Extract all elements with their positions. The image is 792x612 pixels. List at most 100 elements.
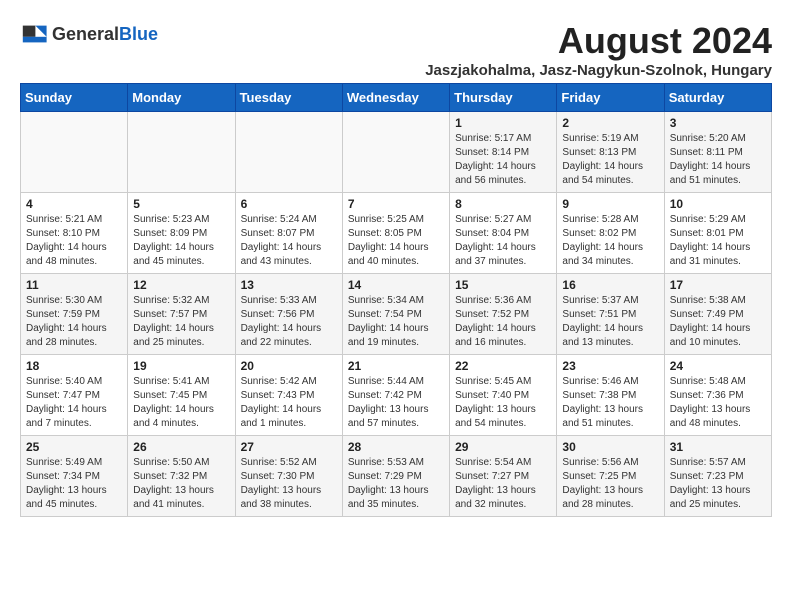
calendar-week-row: 18 Sunrise: 5:40 AM Sunset: 7:47 PM Dayli… bbox=[21, 355, 772, 436]
day-info: Sunrise: 5:56 AM Sunset: 7:25 PM Dayligh… bbox=[562, 456, 658, 512]
day-info: Sunrise: 5:20 AM Sunset: 8:11 PM Dayligh… bbox=[670, 132, 766, 188]
day-info: Sunrise: 5:52 AM Sunset: 7:30 PM Dayligh… bbox=[241, 456, 337, 512]
day-info: Sunrise: 5:32 AM Sunset: 7:57 PM Dayligh… bbox=[133, 294, 229, 350]
table-row: 25 Sunrise: 5:49 AM Sunset: 7:34 PM Dayli… bbox=[21, 436, 128, 517]
table-row: 30Sunrise: 5:56 AM Sunset: 7:25 PM Dayli… bbox=[557, 436, 664, 517]
logo-blue: Blue bbox=[119, 24, 158, 44]
day-info: Sunrise: 5:17 AM Sunset: 8:14 PM Dayligh… bbox=[455, 132, 551, 188]
day-number: 18 bbox=[26, 359, 122, 373]
day-info: Sunrise: 5:27 AM Sunset: 8:04 PM Dayligh… bbox=[455, 213, 551, 269]
table-row: 31 Sunrise: 5:57 AM Sunset: 7:23 PM Dayli… bbox=[664, 436, 771, 517]
col-monday: Monday bbox=[128, 84, 235, 112]
logo: GeneralBlue bbox=[20, 20, 158, 48]
table-row: 8 Sunrise: 5:27 AM Sunset: 8:04 PM Daylig… bbox=[450, 193, 557, 274]
day-info: Sunrise: 5:41 AM Sunset: 7:45 PM Dayligh… bbox=[133, 375, 229, 431]
table-row: 24Sunrise: 5:48 AM Sunset: 7:36 PM Dayli… bbox=[664, 355, 771, 436]
day-info: Sunrise: 5:23 AM Sunset: 8:09 PM Dayligh… bbox=[133, 213, 229, 269]
day-info: Sunrise: 5:46 AM Sunset: 7:38 PM Dayligh… bbox=[562, 375, 658, 431]
day-number: 16 bbox=[562, 278, 658, 292]
day-number: 28 bbox=[348, 440, 444, 454]
day-number: 25 bbox=[26, 440, 122, 454]
table-row: 29 Sunrise: 5:54 AM Sunset: 7:27 PM Dayli… bbox=[450, 436, 557, 517]
day-info: Sunrise: 5:40 AM Sunset: 7:47 PM Dayligh… bbox=[26, 375, 122, 431]
table-row: 26 Sunrise: 5:50 AM Sunset: 7:32 PM Dayli… bbox=[128, 436, 235, 517]
table-row bbox=[21, 112, 128, 193]
table-row: 15Sunrise: 5:36 AM Sunset: 7:52 PM Dayli… bbox=[450, 274, 557, 355]
day-info: Sunrise: 5:33 AM Sunset: 7:56 PM Dayligh… bbox=[241, 294, 337, 350]
day-info: Sunrise: 5:19 AM Sunset: 8:13 PM Dayligh… bbox=[562, 132, 658, 188]
day-number: 19 bbox=[133, 359, 229, 373]
day-info: Sunrise: 5:30 AM Sunset: 7:59 PM Dayligh… bbox=[26, 294, 122, 350]
table-row: 1 Sunrise: 5:17 AM Sunset: 8:14 PM Daylig… bbox=[450, 112, 557, 193]
day-number: 17 bbox=[670, 278, 766, 292]
day-info: Sunrise: 5:54 AM Sunset: 7:27 PM Dayligh… bbox=[455, 456, 551, 512]
table-row: 22 Sunrise: 5:45 AM Sunset: 7:40 PM Dayli… bbox=[450, 355, 557, 436]
day-number: 15 bbox=[455, 278, 551, 292]
table-row: 18 Sunrise: 5:40 AM Sunset: 7:47 PM Dayli… bbox=[21, 355, 128, 436]
day-info: Sunrise: 5:53 AM Sunset: 7:29 PM Dayligh… bbox=[348, 456, 444, 512]
table-row: 6 Sunrise: 5:24 AM Sunset: 8:07 PM Daylig… bbox=[235, 193, 342, 274]
day-info: Sunrise: 5:37 AM Sunset: 7:51 PM Dayligh… bbox=[562, 294, 658, 350]
day-number: 8 bbox=[455, 197, 551, 211]
table-row: 3 Sunrise: 5:20 AM Sunset: 8:11 PM Daylig… bbox=[664, 112, 771, 193]
table-row: 9Sunrise: 5:28 AM Sunset: 8:02 PM Daylig… bbox=[557, 193, 664, 274]
calendar-week-row: 25 Sunrise: 5:49 AM Sunset: 7:34 PM Dayli… bbox=[21, 436, 772, 517]
table-row: 4 Sunrise: 5:21 AM Sunset: 8:10 PM Daylig… bbox=[21, 193, 128, 274]
table-row: 7Sunrise: 5:25 AM Sunset: 8:05 PM Daylig… bbox=[342, 193, 449, 274]
calendar-week-row: 4 Sunrise: 5:21 AM Sunset: 8:10 PM Daylig… bbox=[21, 193, 772, 274]
month-year: August 2024 bbox=[425, 20, 772, 62]
day-info: Sunrise: 5:21 AM Sunset: 8:10 PM Dayligh… bbox=[26, 213, 122, 269]
calendar-header-row: Sunday Monday Tuesday Wednesday Thursday… bbox=[21, 84, 772, 112]
logo-general: General bbox=[52, 24, 119, 44]
day-number: 21 bbox=[348, 359, 444, 373]
day-number: 4 bbox=[26, 197, 122, 211]
table-row: 14 Sunrise: 5:34 AM Sunset: 7:54 PM Dayli… bbox=[342, 274, 449, 355]
table-row: 11 Sunrise: 5:30 AM Sunset: 7:59 PM Dayli… bbox=[21, 274, 128, 355]
table-row: 12 Sunrise: 5:32 AM Sunset: 7:57 PM Dayli… bbox=[128, 274, 235, 355]
col-tuesday: Tuesday bbox=[235, 84, 342, 112]
day-number: 1 bbox=[455, 116, 551, 130]
day-info: Sunrise: 5:49 AM Sunset: 7:34 PM Dayligh… bbox=[26, 456, 122, 512]
table-row bbox=[235, 112, 342, 193]
col-sunday: Sunday bbox=[21, 84, 128, 112]
location: Jaszjakohalma, Jasz-Nagykun-Szolnok, Hun… bbox=[425, 62, 772, 79]
table-row: 20Sunrise: 5:42 AM Sunset: 7:43 PM Dayli… bbox=[235, 355, 342, 436]
day-info: Sunrise: 5:44 AM Sunset: 7:42 PM Dayligh… bbox=[348, 375, 444, 431]
day-info: Sunrise: 5:45 AM Sunset: 7:40 PM Dayligh… bbox=[455, 375, 551, 431]
day-info: Sunrise: 5:24 AM Sunset: 8:07 PM Dayligh… bbox=[241, 213, 337, 269]
day-number: 22 bbox=[455, 359, 551, 373]
day-info: Sunrise: 5:48 AM Sunset: 7:36 PM Dayligh… bbox=[670, 375, 766, 431]
day-number: 3 bbox=[670, 116, 766, 130]
table-row: 21 Sunrise: 5:44 AM Sunset: 7:42 PM Dayli… bbox=[342, 355, 449, 436]
day-number: 11 bbox=[26, 278, 122, 292]
logo-text: GeneralBlue bbox=[52, 24, 158, 45]
col-thursday: Thursday bbox=[450, 84, 557, 112]
calendar-week-row: 11 Sunrise: 5:30 AM Sunset: 7:59 PM Dayli… bbox=[21, 274, 772, 355]
day-number: 31 bbox=[670, 440, 766, 454]
title-area: August 2024 Jaszjakohalma, Jasz-Nagykun-… bbox=[425, 20, 772, 79]
day-number: 2 bbox=[562, 116, 658, 130]
day-info: Sunrise: 5:34 AM Sunset: 7:54 PM Dayligh… bbox=[348, 294, 444, 350]
day-number: 20 bbox=[241, 359, 337, 373]
table-row: 19 Sunrise: 5:41 AM Sunset: 7:45 PM Dayli… bbox=[128, 355, 235, 436]
day-number: 26 bbox=[133, 440, 229, 454]
table-row: 27 Sunrise: 5:52 AM Sunset: 7:30 PM Dayli… bbox=[235, 436, 342, 517]
table-row: 13 Sunrise: 5:33 AM Sunset: 7:56 PM Dayli… bbox=[235, 274, 342, 355]
table-row: 10Sunrise: 5:29 AM Sunset: 8:01 PM Dayli… bbox=[664, 193, 771, 274]
day-number: 5 bbox=[133, 197, 229, 211]
day-number: 29 bbox=[455, 440, 551, 454]
day-number: 13 bbox=[241, 278, 337, 292]
table-row: 2 Sunrise: 5:19 AM Sunset: 8:13 PM Daylig… bbox=[557, 112, 664, 193]
day-number: 12 bbox=[133, 278, 229, 292]
day-info: Sunrise: 5:38 AM Sunset: 7:49 PM Dayligh… bbox=[670, 294, 766, 350]
day-number: 23 bbox=[562, 359, 658, 373]
day-number: 6 bbox=[241, 197, 337, 211]
calendar-week-row: 1 Sunrise: 5:17 AM Sunset: 8:14 PM Daylig… bbox=[21, 112, 772, 193]
table-row: 16 Sunrise: 5:37 AM Sunset: 7:51 PM Dayli… bbox=[557, 274, 664, 355]
day-number: 14 bbox=[348, 278, 444, 292]
day-number: 27 bbox=[241, 440, 337, 454]
table-row: 28 Sunrise: 5:53 AM Sunset: 7:29 PM Dayli… bbox=[342, 436, 449, 517]
day-info: Sunrise: 5:57 AM Sunset: 7:23 PM Dayligh… bbox=[670, 456, 766, 512]
day-info: Sunrise: 5:50 AM Sunset: 7:32 PM Dayligh… bbox=[133, 456, 229, 512]
table-row: 23 Sunrise: 5:46 AM Sunset: 7:38 PM Dayli… bbox=[557, 355, 664, 436]
